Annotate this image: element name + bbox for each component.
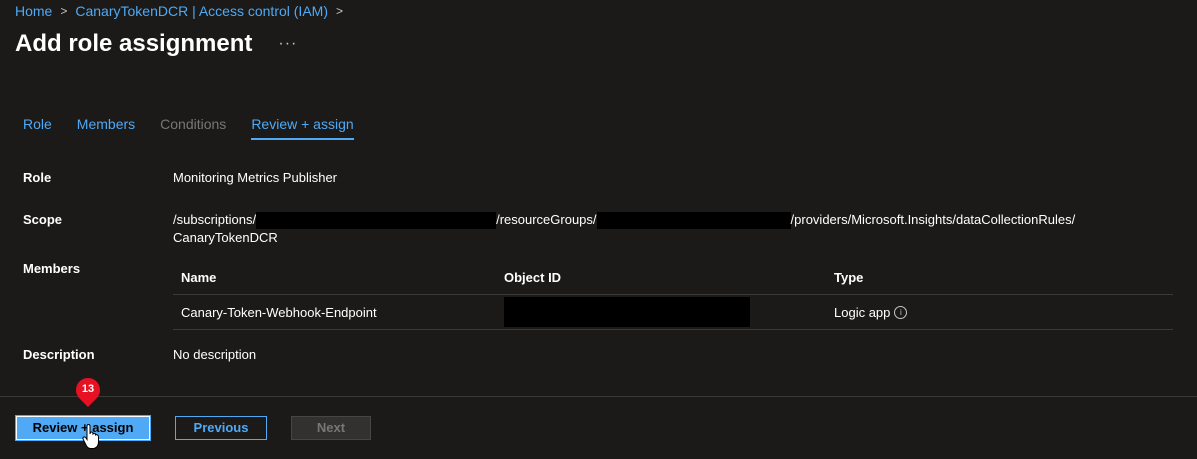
wizard-tabs: Role Members Conditions Review + assign (23, 116, 379, 140)
scope-resource-name: CanaryTokenDCR (173, 230, 278, 246)
breadcrumb-iam[interactable]: CanaryTokenDCR | Access control (IAM) (75, 3, 328, 19)
footer-divider (0, 396, 1197, 397)
scope-providers: /providers/Microsoft.Insights/dataCollec… (790, 212, 1076, 227)
previous-button[interactable]: Previous (175, 416, 267, 440)
role-label: Role (23, 170, 52, 185)
member-name: Canary-Token-Webhook-Endpoint (181, 304, 377, 320)
scope-value: /subscriptions/ /resourceGroups/ /provider… (173, 211, 1173, 247)
description-label: Description (23, 347, 95, 362)
member-type: Logic app i (834, 305, 1173, 320)
more-options-icon[interactable]: ··· (274, 33, 301, 55)
tab-review-assign[interactable]: Review + assign (251, 116, 354, 140)
step-marker: 13 (71, 373, 105, 410)
column-header-object-id: Object ID (504, 269, 562, 285)
redacted-resource-group (596, 212, 791, 230)
table-row: Canary-Token-Webhook-Endpoint Logic app … (173, 295, 1173, 330)
scope-resource-groups: /resourceGroups/ (496, 212, 597, 227)
page-title: Add role assignment (15, 30, 253, 57)
breadcrumb: Home > CanaryTokenDCR | Access control (… (15, 3, 351, 19)
next-button: Next (291, 416, 371, 440)
info-icon[interactable]: i (894, 305, 908, 319)
member-type-label: Logic app (834, 304, 891, 320)
hand-cursor-icon (82, 424, 99, 449)
tab-members[interactable]: Members (77, 116, 135, 140)
breadcrumb-home[interactable]: Home (15, 3, 52, 19)
scope-subscriptions: /subscriptions/ (173, 212, 257, 227)
column-header-type: Type (834, 269, 864, 285)
step-number: 13 (81, 383, 95, 395)
scope-label: Scope (23, 212, 63, 227)
breadcrumb-separator: > (335, 4, 343, 18)
column-header-name: Name (181, 269, 217, 285)
title-row: Add role assignment ··· (15, 30, 301, 58)
members-label: Members (23, 261, 81, 276)
redacted-subscription-id (256, 212, 497, 230)
redacted-object-id (504, 297, 750, 327)
tab-conditions: Conditions (160, 116, 227, 132)
members-table: Name Object ID Type Canary-Token-Webhook… (173, 260, 1173, 330)
role-value: Monitoring Metrics Publisher (173, 170, 338, 185)
members-table-header: Name Object ID Type (173, 260, 1173, 295)
tab-role[interactable]: Role (23, 116, 52, 140)
page: Home > CanaryTokenDCR | Access control (… (0, 0, 1197, 459)
member-object-id (504, 297, 834, 327)
breadcrumb-separator: > (60, 4, 68, 18)
description-value: No description (173, 347, 257, 362)
